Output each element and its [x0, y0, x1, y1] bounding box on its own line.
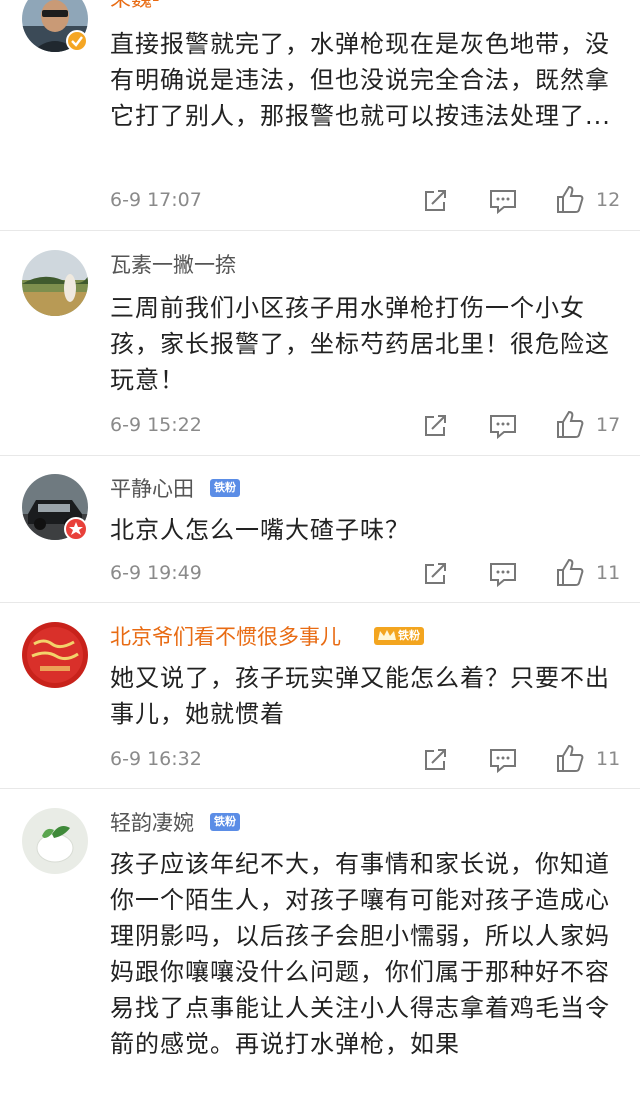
- divider: [0, 455, 640, 456]
- comment-icon[interactable]: [488, 745, 522, 775]
- avatar[interactable]: [22, 250, 88, 316]
- divider: [0, 230, 640, 231]
- comment-feed: 朵巍- 直接报警就完了，水弹枪现在是灰色地带，没有明确说是违法，但也没说完全合法…: [0, 0, 640, 1087]
- divider: [0, 602, 640, 603]
- comment-icon[interactable]: [488, 559, 522, 589]
- medal-badge-icon: [64, 517, 88, 541]
- like-count: 11: [596, 748, 621, 770]
- comment-time: 6-9 19:49: [110, 562, 202, 584]
- like-icon[interactable]: [554, 184, 588, 214]
- share-icon[interactable]: [420, 411, 454, 441]
- comment-time: 6-9 16:32: [110, 748, 202, 770]
- comment-text: 她又说了，孩子玩实弹又能怎么着？只要不出事儿，她就惯着: [110, 664, 610, 728]
- divider: [0, 788, 640, 789]
- username[interactable]: 北京爷们看不惯很多事儿: [110, 624, 341, 650]
- username[interactable]: 轻韵凄婉: [110, 810, 194, 836]
- share-icon[interactable]: [420, 559, 454, 589]
- fan-badge: 铁粉: [210, 479, 240, 497]
- avatar[interactable]: [22, 808, 88, 874]
- fan-badge: 铁粉: [210, 813, 240, 831]
- comment-time: 6-9 15:22: [110, 414, 202, 436]
- like-count: 17: [596, 414, 621, 436]
- comment-text: 直接报警就完了，水弹枪现在是灰色地带，没有明确说是违法，但也没说完全合法，既然拿…: [110, 30, 611, 130]
- fan-badge: 铁粉: [398, 629, 420, 642]
- like-icon[interactable]: [554, 557, 588, 587]
- username[interactable]: 平静心田: [110, 476, 194, 502]
- comment-icon[interactable]: [488, 186, 522, 216]
- comment-time: 6-9 17:07: [110, 189, 202, 211]
- like-count: 11: [596, 562, 621, 584]
- verified-badge-icon: [66, 30, 88, 52]
- username[interactable]: 瓦素一撇一捺: [110, 252, 236, 278]
- username[interactable]: 朵巍-: [110, 0, 160, 12]
- share-icon[interactable]: [420, 186, 454, 216]
- like-icon[interactable]: [554, 409, 588, 439]
- comment-text: 北京人怎么一嘴大碴子味？: [110, 516, 410, 544]
- like-count: 12: [596, 189, 621, 211]
- like-icon[interactable]: [554, 743, 588, 773]
- comment-text: 三周前我们小区孩子用水弹枪打伤一个小女孩，家长报警了，坐标芍药居北里！很危险这玩…: [110, 294, 610, 394]
- comment-icon[interactable]: [488, 411, 522, 441]
- avatar[interactable]: [22, 622, 88, 688]
- share-icon[interactable]: [420, 745, 454, 775]
- comment-text: 孩子应该年纪不大，有事情和家长说，你知道你一个陌生人，对孩子嚷有可能对孩子造成心…: [110, 850, 610, 1058]
